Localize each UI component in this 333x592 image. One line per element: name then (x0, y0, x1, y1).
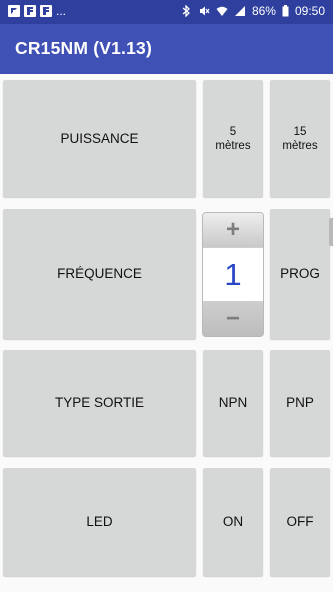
mute-icon (199, 6, 210, 16)
puissance-5m-label: 5 mètres (215, 125, 251, 152)
led-off-button[interactable]: OFF (270, 468, 330, 576)
puissance-5m-button[interactable]: 5 mètres (203, 80, 263, 197)
battery-icon (282, 5, 289, 17)
prog-label: PROG (280, 266, 320, 281)
f-notification-icon-2 (40, 5, 52, 17)
puissance-15m-button[interactable]: 15 mètres (270, 80, 330, 197)
notification-icons: ... (8, 5, 66, 17)
npn-button[interactable]: NPN (203, 350, 263, 456)
puissance-button[interactable]: PUISSANCE (3, 80, 196, 197)
pnp-label: PNP (286, 395, 314, 410)
f-notification-icon (24, 5, 36, 17)
type-sortie-label: TYPE SORTIE (54, 395, 145, 410)
edge-panel-handle[interactable] (329, 218, 333, 246)
pnp-button[interactable]: PNP (270, 350, 330, 456)
plus-icon: + (225, 216, 240, 243)
battery-percent: 86% (251, 4, 276, 18)
frequence-button[interactable]: FRÉQUENCE (3, 209, 196, 339)
decrement-button[interactable]: − (203, 302, 263, 336)
system-icons: 86% 09:50 (180, 4, 325, 18)
puissance-label: PUISSANCE (60, 130, 139, 146)
minus-icon: − (225, 305, 240, 332)
led-on-label: ON (222, 514, 244, 529)
npn-label: NPN (218, 395, 248, 410)
led-on-button[interactable]: ON (203, 468, 263, 576)
prog-button[interactable]: PROG (270, 209, 330, 339)
frequence-value[interactable]: 1 (203, 247, 263, 302)
app-bar: CR15NM (V1.13) (0, 24, 333, 74)
led-off-label: OFF (286, 514, 314, 529)
led-button[interactable]: LED (3, 468, 196, 576)
type-sortie-button[interactable]: TYPE SORTIE (3, 350, 196, 456)
app-title: CR15NM (V1.13) (15, 38, 153, 58)
more-notifications: ... (56, 4, 67, 18)
app-notification-icon (8, 5, 20, 17)
puissance-15m-label: 15 mètres (282, 125, 318, 152)
signal-icon (234, 6, 245, 16)
bluetooth-icon (182, 5, 190, 17)
status-bar: ... 86% 09:50 (0, 0, 333, 24)
frequence-number-picker[interactable]: + 1 − (202, 212, 264, 337)
wifi-icon (216, 6, 228, 16)
frequence-label: FRÉQUENCE (57, 266, 142, 281)
led-label: LED (86, 514, 113, 529)
increment-button[interactable]: + (203, 213, 263, 247)
clock: 09:50 (294, 4, 325, 18)
